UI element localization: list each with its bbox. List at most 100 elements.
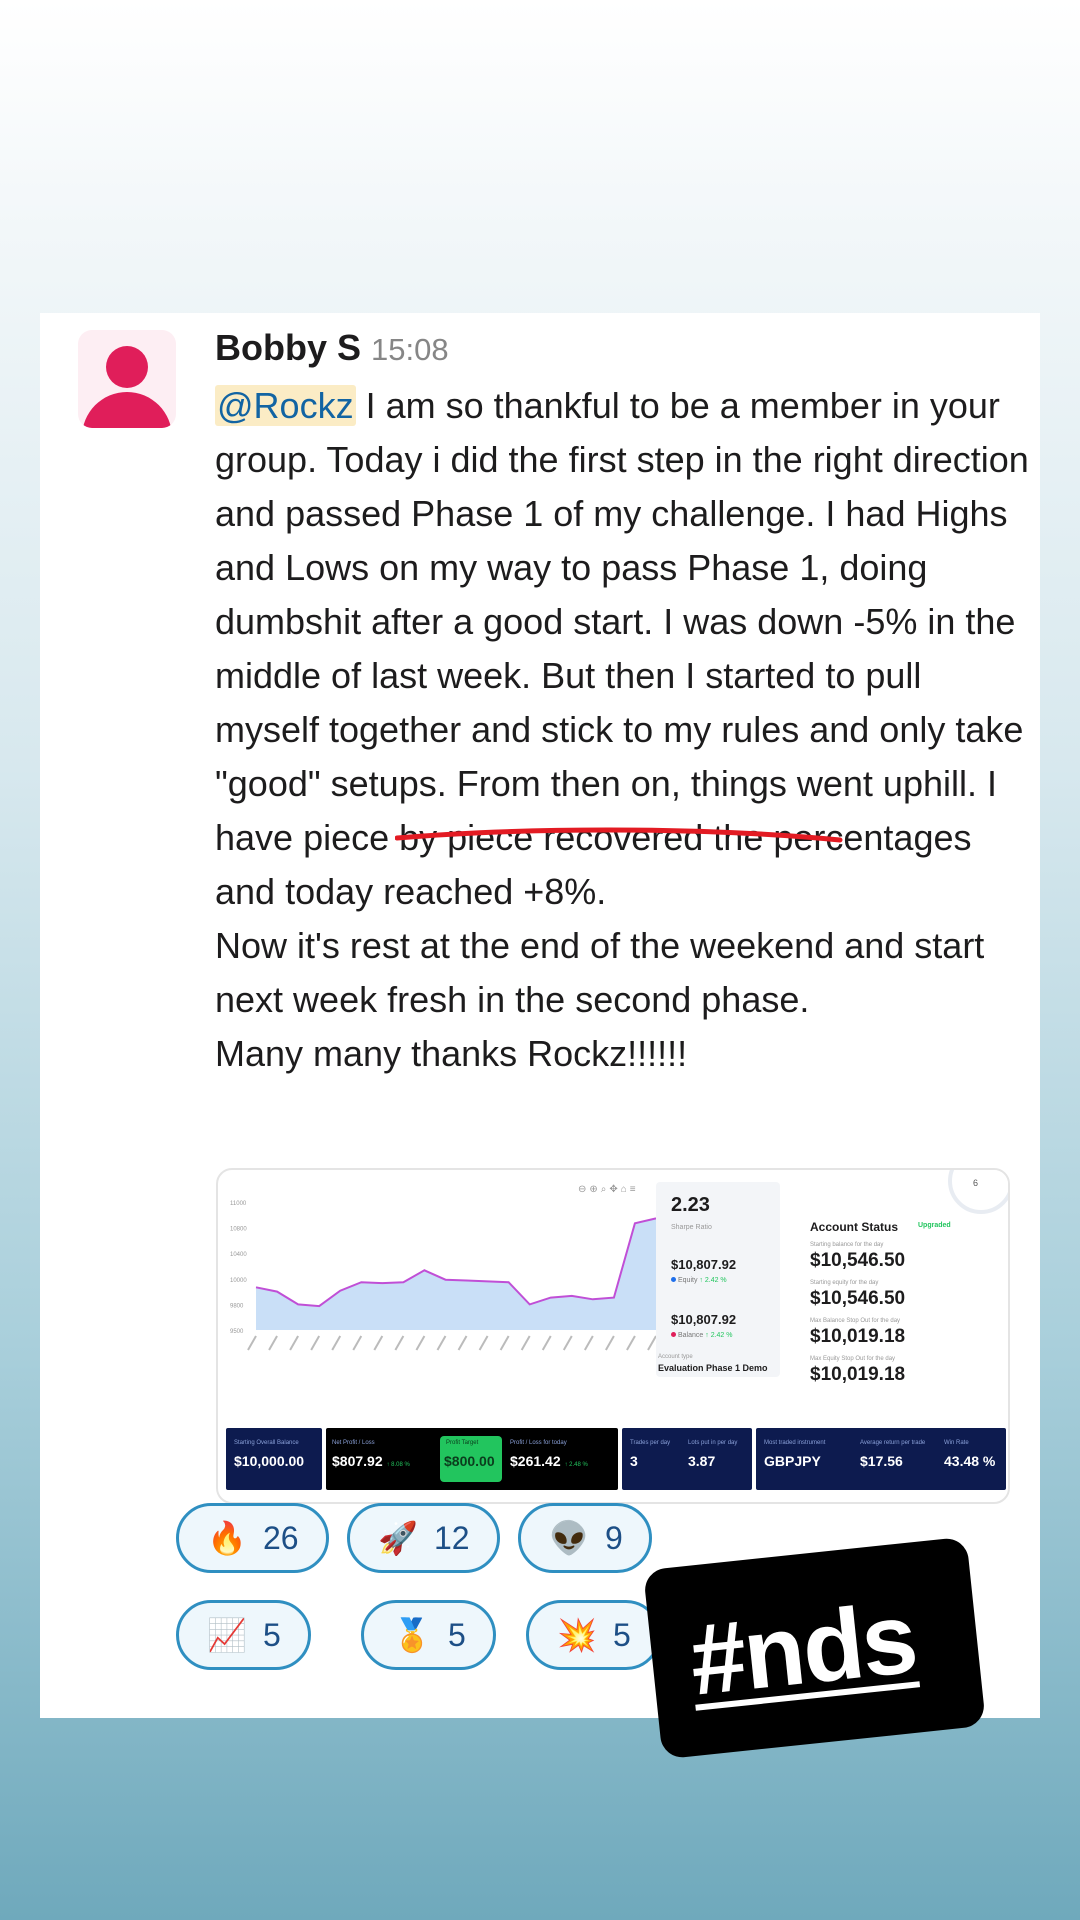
- y-tick-label: 11000: [230, 1201, 247, 1207]
- account-type-value: Evaluation Phase 1 Demo: [658, 1363, 768, 1373]
- tile-value: 3: [630, 1453, 638, 1469]
- tile-label: Net Profit / Loss: [332, 1440, 375, 1446]
- x-tick-mark: [478, 1335, 489, 1351]
- profit-tile-group: Net Profit / Loss $807.92 ↑ 8.08 % Profi…: [326, 1428, 618, 1490]
- starting-balance-tile: Starting Overall Balance $10,000.00: [226, 1428, 322, 1490]
- profit-target-box: Profit Target $800.00: [440, 1436, 502, 1482]
- x-tick-mark: [520, 1335, 531, 1351]
- y-tick-label: 10000: [230, 1278, 247, 1284]
- upgraded-badge: Upgraded: [918, 1222, 951, 1229]
- message-body-line2: Now it's rest at the end of the weekend …: [215, 925, 985, 1020]
- reaction-fire[interactable]: 🔥 26: [176, 1503, 329, 1573]
- x-tick-mark: [289, 1335, 299, 1351]
- reaction-count: 26: [263, 1520, 299, 1556]
- tile-label: Average return per trade: [860, 1440, 926, 1446]
- reaction-count: 5: [613, 1617, 631, 1653]
- tile-label: Win Rate: [944, 1440, 969, 1446]
- status-row: Max Equity Stop Out for the day $10,019.…: [810, 1356, 905, 1386]
- x-tick-mark: [583, 1335, 594, 1351]
- tile-value: $261.42 ↑ 2.48 %: [510, 1453, 588, 1469]
- tile-value: $807.92 ↑ 8.08 %: [332, 1453, 410, 1469]
- trades-tile: Trades per day 3 Lots put in per day 3.8…: [622, 1428, 752, 1490]
- status-row-label: Max Balance Stop Out for the day: [810, 1318, 901, 1324]
- x-tick-mark: [331, 1335, 342, 1351]
- tile-label: Most traded instrument: [764, 1440, 826, 1446]
- reaction-collision[interactable]: 💥 5: [526, 1600, 661, 1670]
- user-mention[interactable]: @Rockz: [215, 385, 356, 426]
- equity-area-chart: 11000 10800 10400 10000 9800 9500: [230, 1201, 657, 1351]
- days-progress-ring: [948, 1170, 1008, 1214]
- x-tick-mark: [394, 1335, 405, 1351]
- reaction-count: 5: [263, 1617, 281, 1653]
- reaction-count: 12: [434, 1520, 470, 1556]
- message-header: Bobby S 15:08: [215, 327, 449, 369]
- tile-label: Profit Target: [446, 1440, 479, 1446]
- equity-value: $10,807.92: [671, 1257, 737, 1272]
- chart-increasing-icon: 📈: [207, 1616, 247, 1654]
- status-row-label: Starting equity for the day: [810, 1280, 879, 1286]
- instrument-tile: Most traded instrument GBPJPY Average re…: [756, 1428, 1006, 1490]
- medal-icon: 🏅: [392, 1616, 432, 1654]
- attached-screenshot[interactable]: ⊖⊕⌕✥⌂≡ 11000 10800 10400 10000 9800 9500 2.23…: [216, 1168, 1010, 1504]
- equity-label: Equity ↑ 2.42 %: [671, 1277, 727, 1284]
- tile-value: 3.87: [688, 1453, 716, 1469]
- x-tick-mark: [373, 1335, 384, 1351]
- tile-label: Profit / Loss for today: [510, 1440, 567, 1446]
- x-tick-mark: [436, 1335, 447, 1351]
- reaction-count: 9: [605, 1520, 623, 1556]
- tile-value: 43.48 %: [944, 1453, 996, 1469]
- account-status-title: Account Status: [810, 1220, 899, 1234]
- sticker-text: #nds: [684, 1581, 921, 1717]
- stats-panel: 2.23 Sharpe Ratio $10,807.92 Equity ↑ 2.…: [656, 1182, 780, 1377]
- x-tick-mark: [626, 1335, 636, 1351]
- y-tick-label: 10400: [230, 1252, 247, 1258]
- collision-icon: 💥: [557, 1616, 597, 1654]
- equity-area-fill: [256, 1218, 656, 1330]
- tile-value: $17.56: [860, 1453, 903, 1469]
- y-tick-label: 10800: [230, 1227, 247, 1233]
- x-tick-mark: [499, 1335, 510, 1351]
- x-tick-mark: [415, 1335, 426, 1351]
- x-tick-mark: [457, 1335, 468, 1351]
- x-tick-mark: [310, 1335, 321, 1351]
- tile-label: Starting Overall Balance: [234, 1440, 299, 1446]
- tile-value: $800.00: [444, 1453, 495, 1469]
- x-tick-mark: [247, 1335, 257, 1351]
- x-tick-mark: [268, 1335, 278, 1351]
- balance-value: $10,807.92: [671, 1312, 737, 1327]
- reaction-count: 5: [448, 1617, 466, 1653]
- status-row-value: $10,546.50: [810, 1288, 906, 1309]
- reaction-medal[interactable]: 🏅 5: [361, 1600, 496, 1670]
- y-tick-label: 9500: [230, 1329, 244, 1335]
- hashtag-sticker[interactable]: #nds: [642, 1536, 987, 1760]
- avatar-head-shape: [106, 346, 148, 388]
- sharpe-ratio-value: 2.23: [671, 1194, 710, 1216]
- reaction-rocket[interactable]: 🚀 12: [347, 1503, 500, 1573]
- fire-icon: 🔥: [207, 1519, 247, 1557]
- status-row-value: $10,019.18: [810, 1326, 906, 1347]
- status-row-value: $10,019.18: [810, 1364, 906, 1385]
- red-underline-annotation: [395, 827, 843, 843]
- alien-icon: 👽: [549, 1519, 589, 1557]
- x-tick-mark: [541, 1335, 552, 1351]
- message-timestamp[interactable]: 15:08: [371, 332, 449, 367]
- message-card: Bobby S 15:08 @Rockz I am so thankful to …: [40, 313, 1040, 1718]
- reaction-alien[interactable]: 👽 9: [518, 1503, 652, 1573]
- status-row: Starting balance for the day $10,546.50: [810, 1242, 905, 1272]
- x-tick-mark: [562, 1335, 573, 1351]
- status-row: Starting equity for the day $10,546.50: [810, 1280, 905, 1310]
- status-row: Max Balance Stop Out for the day $10,019…: [810, 1318, 905, 1348]
- status-row-label: Starting balance for the day: [810, 1242, 884, 1248]
- user-avatar[interactable]: [78, 330, 176, 428]
- avatar-body-shape: [82, 392, 172, 428]
- reaction-chart-increasing[interactable]: 📈 5: [176, 1600, 311, 1670]
- metrics-strip: Starting Overall Balance $10,000.00 Net …: [226, 1428, 1006, 1492]
- balance-label: Balance ↑ 2.42 %: [671, 1332, 733, 1339]
- author-name[interactable]: Bobby S: [215, 327, 361, 368]
- days-value: 6: [973, 1178, 979, 1188]
- tile-label: Trades per day: [630, 1440, 671, 1446]
- tile-label: Lots put in per day: [688, 1440, 738, 1446]
- status-row-value: $10,546.50: [810, 1250, 906, 1271]
- tile-value: GBPJPY: [764, 1453, 821, 1469]
- message-text: @Rockz I am so thankful to be a member i…: [215, 379, 1030, 1081]
